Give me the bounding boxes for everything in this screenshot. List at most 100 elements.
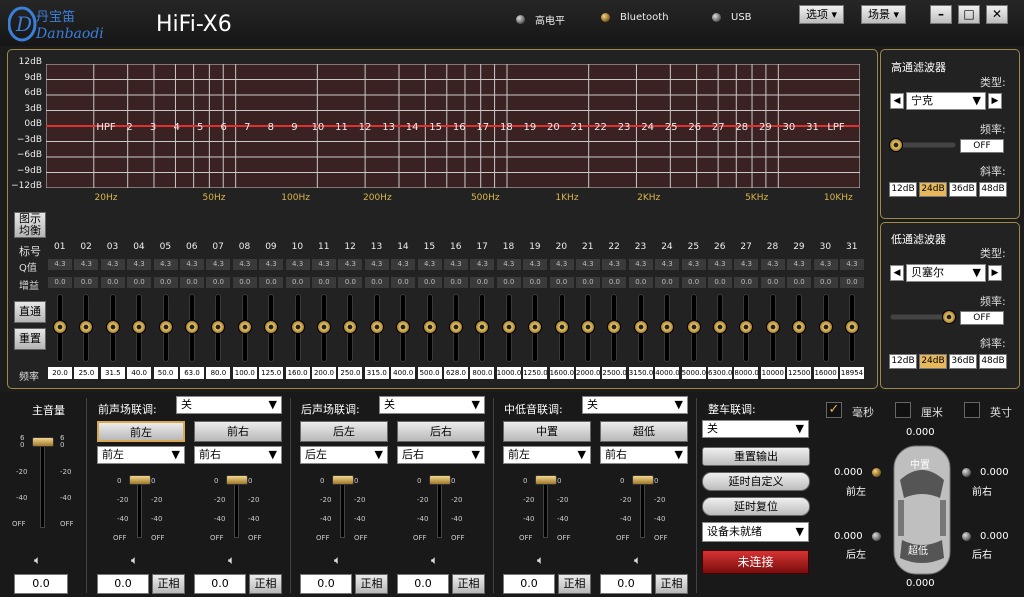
band-gain-knob[interactable]: [501, 320, 516, 334]
gain-value-cell[interactable]: 0.0: [523, 277, 548, 288]
band-marker[interactable]: HPF: [96, 122, 116, 133]
band-marker[interactable]: 31: [806, 122, 819, 133]
band-gain-knob[interactable]: [660, 320, 675, 334]
lpf-freq-value[interactable]: OFF: [960, 311, 1004, 325]
lpf-freq-knob[interactable]: [942, 310, 956, 324]
gain-value-cell[interactable]: 0.0: [127, 277, 152, 288]
channel-route-select[interactable]: 后右 ▼: [397, 446, 485, 464]
gain-value-cell[interactable]: 0.0: [813, 277, 838, 288]
q-value-cell[interactable]: 4.3: [628, 259, 653, 270]
band-freq-cell[interactable]: 8000.0: [734, 367, 759, 379]
delay-reset-button[interactable]: 延时复位: [702, 497, 810, 516]
channel-volume-value[interactable]: 0.0: [397, 574, 449, 594]
band-marker[interactable]: 30: [783, 122, 796, 133]
q-value-cell[interactable]: 4.3: [127, 259, 152, 270]
band-marker[interactable]: 26: [688, 122, 701, 133]
band-gain-knob[interactable]: [343, 320, 358, 334]
q-value-cell[interactable]: 4.3: [760, 259, 785, 270]
channel-fader-cap[interactable]: [129, 475, 151, 485]
channel-volume-value[interactable]: 0.0: [300, 574, 352, 594]
band-freq-cell[interactable]: 250.0: [338, 367, 363, 379]
channel-fader[interactable]: [340, 478, 345, 538]
channel-volume-value[interactable]: 0.0: [503, 574, 555, 594]
band-gain-knob[interactable]: [449, 320, 463, 334]
band-freq-cell[interactable]: 2500.0: [602, 367, 627, 379]
maximize-icon[interactable]: □: [958, 5, 980, 24]
q-value-cell[interactable]: 4.3: [206, 259, 231, 270]
unit-inch-checkbox[interactable]: [964, 402, 980, 418]
band-freq-cell[interactable]: 1600.0: [549, 367, 574, 379]
band-marker[interactable]: LPF: [827, 122, 845, 133]
eq-graph[interactable]: HPF 2 3 4 5 6 7 8 9 10 11 12 13 14 15 16 17 18 19 20 21 22 23 2…: [45, 63, 861, 189]
band-freq-cell[interactable]: 1250.0: [523, 367, 548, 379]
section-link-select-2[interactable]: 关 ▼: [582, 396, 688, 414]
q-value-cell[interactable]: 4.3: [364, 259, 389, 270]
band-freq-cell[interactable]: 628.0: [444, 367, 468, 379]
gain-value-cell[interactable]: 0.0: [444, 277, 468, 288]
band-freq-cell[interactable]: 16000: [813, 367, 838, 379]
band-freq-cell[interactable]: 20.0: [48, 367, 72, 379]
q-value-cell[interactable]: 4.3: [338, 259, 363, 270]
band-marker[interactable]: 5: [197, 122, 203, 133]
band-marker[interactable]: 9: [291, 122, 297, 133]
speaker-icon[interactable]: 🔈︎: [334, 553, 341, 568]
band-gain-knob[interactable]: [132, 320, 147, 334]
band-gain-knob[interactable]: [264, 320, 279, 334]
gain-value-cell[interactable]: 0.0: [417, 277, 442, 288]
channel-fader[interactable]: [640, 478, 645, 538]
band-marker[interactable]: 13: [382, 122, 395, 133]
master-volume-value[interactable]: 0.0: [14, 574, 68, 594]
band-freq-cell[interactable]: 50.0: [153, 367, 178, 379]
q-value-cell[interactable]: 4.3: [523, 259, 548, 270]
channel-volume-value[interactable]: 0.0: [600, 574, 652, 594]
q-value-cell[interactable]: 4.3: [681, 259, 706, 270]
gain-value-cell[interactable]: 0.0: [655, 277, 680, 288]
band-freq-cell[interactable]: 5000.0: [681, 367, 706, 379]
rear-right-speaker-icon[interactable]: [962, 532, 971, 541]
band-gain-knob[interactable]: [211, 320, 226, 334]
band-freq-cell[interactable]: 2000.0: [576, 367, 601, 379]
gain-value-cell[interactable]: 0.0: [338, 277, 363, 288]
gain-value-cell[interactable]: 0.0: [180, 277, 204, 288]
unit-ms-checkbox[interactable]: ✓: [826, 402, 842, 418]
reset-eq-button[interactable]: 重置: [14, 328, 46, 350]
band-gain-knob[interactable]: [369, 320, 384, 334]
front-right-speaker-icon[interactable]: [962, 468, 971, 477]
band-marker[interactable]: 15: [429, 122, 442, 133]
band-freq-cell[interactable]: 200.0: [312, 367, 336, 379]
band-marker[interactable]: 20: [547, 122, 560, 133]
hpf-prev-type-button[interactable]: ◀: [890, 93, 904, 109]
band-gain-knob[interactable]: [290, 320, 305, 334]
options-menu-button[interactable]: 选项 ▾: [799, 5, 845, 24]
band-freq-cell[interactable]: 100.0: [232, 367, 257, 379]
channel-route-select[interactable]: 后左 ▼: [300, 446, 388, 464]
gain-value-cell[interactable]: 0.0: [391, 277, 416, 288]
minimize-icon[interactable]: –: [930, 5, 952, 24]
phase-button[interactable]: 正相: [249, 574, 282, 594]
gain-value-cell[interactable]: 0.0: [74, 277, 99, 288]
band-marker[interactable]: 11: [335, 122, 348, 133]
band-freq-cell[interactable]: 63.0: [180, 367, 204, 379]
gain-value-cell[interactable]: 0.0: [549, 277, 574, 288]
band-freq-cell[interactable]: 25.0: [74, 367, 99, 379]
q-value-cell[interactable]: 4.3: [655, 259, 680, 270]
band-marker[interactable]: 23: [618, 122, 631, 133]
gain-value-cell[interactable]: 0.0: [364, 277, 389, 288]
band-gain-knob[interactable]: [739, 320, 754, 334]
whole-car-link-select[interactable]: 关 ▼: [702, 420, 809, 438]
hpf-freq-value[interactable]: OFF: [960, 139, 1004, 153]
delay-custom-button[interactable]: 延时自定义: [702, 472, 810, 491]
sub-speaker-label[interactable]: 超低: [908, 542, 928, 557]
band-gain-knob[interactable]: [713, 320, 727, 334]
connect-button[interactable]: 未连接: [702, 550, 809, 574]
phase-button[interactable]: 正相: [558, 574, 591, 594]
band-marker[interactable]: 12: [359, 122, 372, 133]
band-gain-knob[interactable]: [185, 320, 199, 334]
band-gain-knob[interactable]: [607, 320, 622, 334]
car-bottom-delay-value[interactable]: 0.000: [906, 578, 935, 589]
band-gain-knob[interactable]: [792, 320, 807, 334]
gain-value-cell[interactable]: 0.0: [232, 277, 257, 288]
q-value-cell[interactable]: 4.3: [840, 259, 864, 270]
gain-value-cell[interactable]: 0.0: [760, 277, 785, 288]
band-marker[interactable]: 2: [126, 122, 132, 133]
